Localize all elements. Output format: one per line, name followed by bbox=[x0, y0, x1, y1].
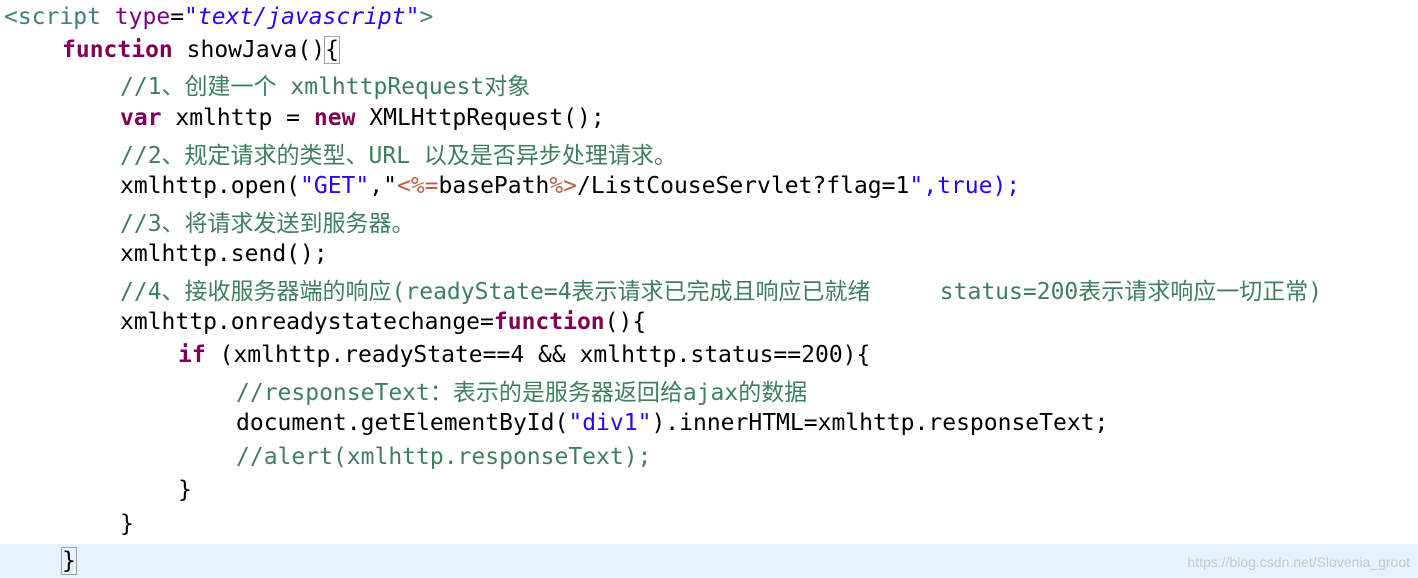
code-line-14: //alert(xmlhttp.responseText); bbox=[0, 440, 1418, 474]
innerhtml-assign: ).innerHTML=xmlhttp.responseText; bbox=[651, 410, 1109, 436]
code-line-1: <script type="text/javascript"> bbox=[0, 0, 1418, 34]
arg-separator: , bbox=[369, 173, 384, 199]
attr-equals: = bbox=[170, 4, 185, 30]
open-call: xmlhttp.open( bbox=[120, 173, 301, 199]
code-line-8: xmlhttp.send(); bbox=[0, 237, 1418, 271]
code-line-7: //3、将请求发送到服务器。 bbox=[0, 207, 1418, 241]
code-line-4: var xmlhttp = new XMLHttpRequest(); bbox=[0, 101, 1418, 135]
type-attribute-value: "text/javascript" bbox=[184, 4, 420, 30]
if-condition: (xmlhttp.readyState==4 && xmlhttp.status… bbox=[205, 342, 871, 368]
code-line-10: xmlhttp.onreadystatechange=function(){ bbox=[0, 305, 1418, 339]
code-line-3: //1、创建一个 xmlhttpRequest对象 bbox=[0, 70, 1418, 104]
onreadystatechange-assign: xmlhttp.onreadystatechange= bbox=[120, 309, 494, 335]
url-quote-close: " bbox=[909, 173, 924, 199]
getelementbyid-call: document.getElementById( bbox=[236, 410, 569, 436]
function-keyword: function bbox=[62, 37, 173, 63]
if-keyword: if bbox=[178, 342, 206, 368]
if-close-brace: } bbox=[178, 477, 192, 503]
callback-close-brace: } bbox=[120, 511, 134, 537]
code-line-6: xmlhttp.open("GET","<%=basePath%>/ListCo… bbox=[0, 169, 1418, 203]
async-flag: ,true); bbox=[923, 173, 1021, 199]
var-keyword: var bbox=[120, 105, 162, 131]
div-id-string: "div1" bbox=[568, 410, 652, 436]
method-string: "GET" bbox=[300, 173, 370, 199]
jsp-expression-open: <%= bbox=[396, 173, 439, 199]
basepath-variable: basePath bbox=[438, 173, 550, 199]
script-tag-open: <script bbox=[4, 4, 101, 30]
jsp-expression-close: %> bbox=[549, 173, 578, 199]
watermark: https://blog.csdn.net/Slovenia_groot bbox=[1187, 554, 1410, 570]
var-assignment: xmlhttp = bbox=[161, 105, 314, 131]
url-quote-open: " bbox=[383, 173, 397, 199]
comment-step-1: //1、创建一个 xmlhttpRequest对象 bbox=[120, 74, 531, 100]
constructor-call: XMLHttpRequest(); bbox=[355, 105, 605, 131]
code-line-11: if (xmlhttp.readyState==4 && xmlhttp.sta… bbox=[0, 338, 1418, 372]
code-line-13: document.getElementById("div1").innerHTM… bbox=[0, 406, 1418, 440]
servlet-path: /ListCouseServlet?flag=1 bbox=[577, 173, 910, 199]
new-keyword: new bbox=[313, 105, 356, 131]
code-line-12: //responseText：表示的是服务器返回给ajax的数据 bbox=[0, 376, 1418, 410]
code-line-16: } bbox=[0, 507, 1418, 541]
function-keyword-inner: function bbox=[493, 309, 605, 335]
comment-step-3: //3、将请求发送到服务器。 bbox=[120, 211, 415, 237]
code-line-5: //2、规定请求的类型、URL 以及是否异步处理请求。 bbox=[0, 139, 1418, 173]
function-open: (){ bbox=[604, 309, 647, 335]
comment-alert: //alert(xmlhttp.responseText); bbox=[236, 444, 652, 470]
comment-step-2: //2、规定请求的类型、URL 以及是否异步处理请求。 bbox=[120, 143, 677, 169]
function-signature: showJava() bbox=[172, 37, 326, 63]
script-tag-close: > bbox=[419, 4, 434, 30]
comment-responsetext: //responseText：表示的是服务器返回给ajax的数据 bbox=[236, 380, 808, 406]
code-line-9: //4、接收服务器端的响应(readyState=4表示请求已完成且响应已就绪 … bbox=[0, 275, 1418, 309]
code-line-15: } bbox=[0, 473, 1418, 507]
matched-brace: { bbox=[324, 36, 340, 64]
send-call: xmlhttp.send(); bbox=[120, 241, 328, 267]
function-close-brace: } bbox=[61, 547, 77, 575]
code-line-2: function showJava(){ bbox=[0, 33, 1418, 67]
comment-step-4: //4、接收服务器端的响应(readyState=4表示请求已完成且响应已就绪 … bbox=[120, 279, 1323, 305]
type-attribute: type bbox=[114, 4, 171, 30]
code-editor[interactable]: <script type="text/javascript"> function… bbox=[0, 0, 1418, 578]
